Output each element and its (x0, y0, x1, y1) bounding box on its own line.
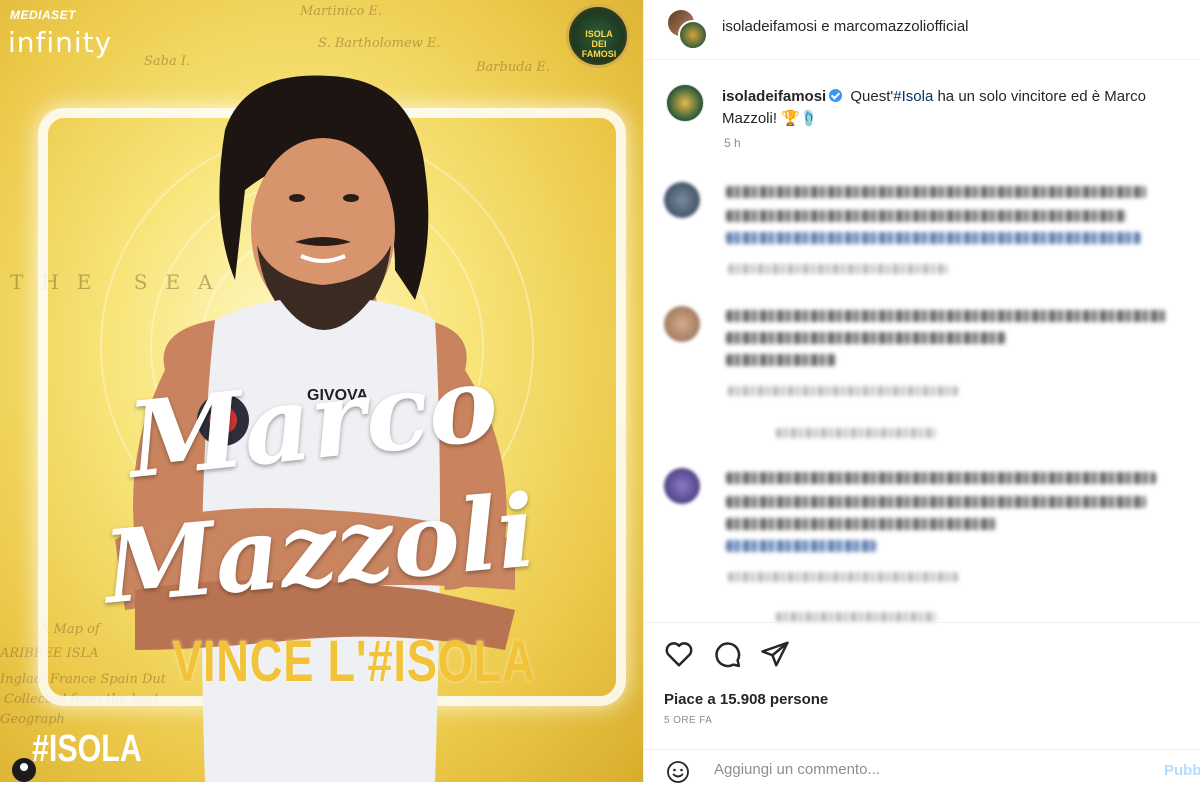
infinity-logo: infinity (8, 26, 113, 59)
caption-timestamp: 5 h (724, 136, 741, 150)
blurred-comment-text (726, 540, 876, 552)
caption-text: Quest' (846, 88, 894, 105)
comment-icon[interactable] (712, 639, 742, 669)
publish-button[interactable]: Pubblica (1164, 762, 1200, 779)
map-label: Saba I. (144, 54, 191, 69)
blurred-view-replies[interactable] (776, 612, 936, 622)
blurred-comment-text (726, 332, 1006, 344)
like-count[interactable]: Piace a 15.908 persone (664, 691, 828, 708)
winner-headline: VINCE L'#ISOLA (172, 629, 536, 694)
blurred-comment-meta (728, 572, 958, 582)
post-authors[interactable]: isoladeifamosi e marcomazzoliofficial (722, 18, 969, 35)
blurred-comment-text (726, 210, 1126, 222)
map-label: Geograph (0, 712, 65, 727)
post-caption: isoladeifamosi Quest'#Isola ha un solo v… (722, 86, 1182, 130)
avatar[interactable] (664, 306, 700, 342)
avatar[interactable] (666, 84, 704, 122)
isola-show-logo: ISOLA DEI FAMOSI (566, 4, 630, 68)
verified-badge-icon (829, 89, 843, 102)
blurred-comment-text (726, 310, 1166, 322)
hashtag-watermark: #ISOLA (32, 728, 142, 770)
emoji-icon[interactable] (666, 760, 690, 784)
comment-input[interactable] (712, 760, 1116, 779)
blurred-comment-text (726, 496, 1146, 508)
map-label: Martinico E. (300, 4, 383, 19)
blurred-comment-text (726, 232, 1141, 244)
avatar[interactable] (664, 468, 700, 504)
share-icon[interactable] (760, 639, 790, 669)
map-label: S. Bartholomew E. (318, 36, 441, 51)
blurred-comment-text (726, 186, 1146, 198)
blurred-comment-text (726, 354, 836, 366)
post-actions: Piace a 15.908 persone 5 ORE FA Pubblica (644, 622, 1200, 783)
post-timestamp: 5 ORE FA (664, 715, 713, 726)
post-sidebar: isoladeifamosi e marcomazzoliofficial is… (643, 0, 1200, 783)
blurred-view-replies[interactable] (776, 428, 936, 438)
blurred-comment-meta (728, 386, 958, 396)
caption-username[interactable]: isoladeifamosi (722, 88, 826, 105)
collab-avatars[interactable] (666, 8, 708, 50)
mediaset-logo: MEDIASET (10, 8, 77, 22)
avatar[interactable] (664, 182, 700, 218)
caption-hashtag[interactable]: #Isola (893, 88, 933, 105)
post-header: isoladeifamosi e marcomazzoliofficial (644, 0, 1200, 60)
blurred-comment-text (726, 472, 1156, 484)
blurred-comment-meta (728, 264, 948, 274)
blurred-comment-text (726, 518, 996, 530)
post-image[interactable]: Martinico E. S. Bartholomew E. Barbuda E… (0, 0, 643, 782)
user-tag-icon[interactable] (12, 758, 36, 782)
avatar (678, 20, 708, 50)
heart-icon[interactable] (664, 639, 694, 669)
add-comment-bar: Pubblica (644, 749, 1200, 790)
